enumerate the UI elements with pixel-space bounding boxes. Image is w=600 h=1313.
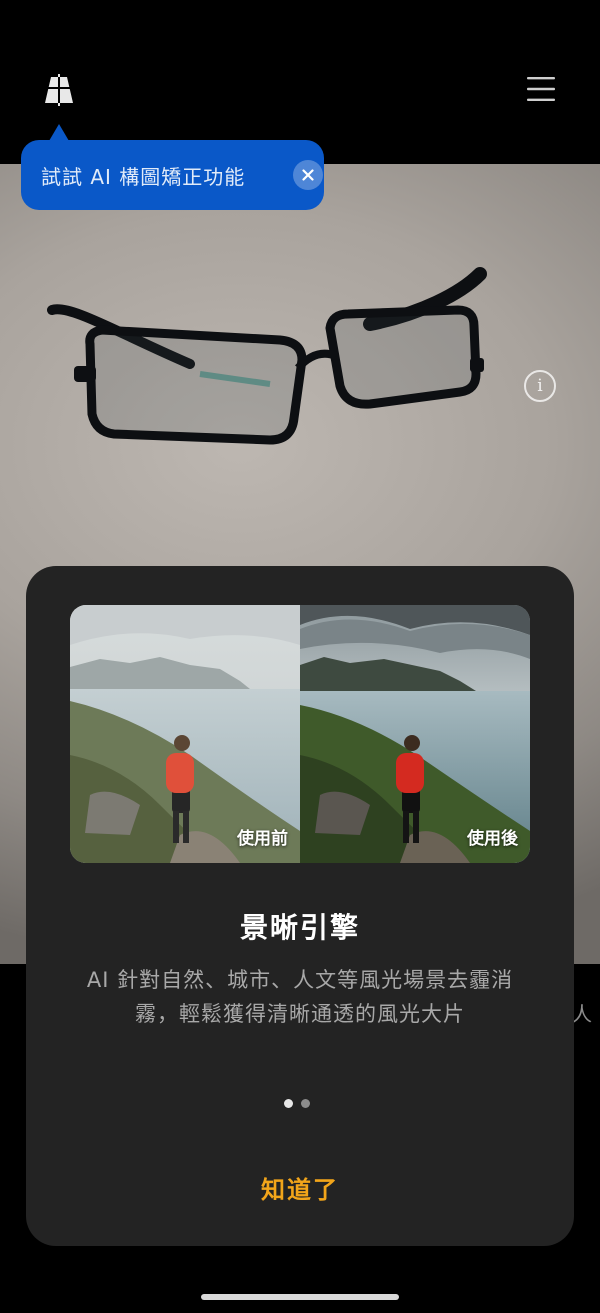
info-icon: i	[537, 375, 543, 396]
after-label: 使用後	[467, 829, 518, 849]
home-indicator[interactable]	[201, 1294, 399, 1300]
hamburger-menu-icon	[527, 77, 555, 101]
before-label: 使用前	[237, 829, 288, 849]
tooltip-text: 試試 AI 構圖矯正功能	[41, 164, 246, 189]
composition-grid-icon	[42, 74, 76, 106]
eyeglasses-subject	[47, 267, 487, 445]
before-after-comparison: 使用前 使用後	[70, 605, 530, 863]
menu-button[interactable]	[522, 70, 560, 108]
ai-composition-tooltip[interactable]: 試試 AI 構圖矯正功能	[21, 124, 324, 210]
feature-description: AI 針對自然、城市、人文等風光場景去霾消霧，輕鬆獲得清晰通透的風光大片	[86, 968, 514, 1026]
mode-label-partial: 人	[572, 1002, 592, 1026]
tooltip-close-button[interactable]	[293, 160, 323, 190]
after-image: 使用後	[300, 605, 530, 863]
close-icon	[302, 169, 314, 181]
info-button[interactable]: i	[524, 370, 556, 402]
page-dot-1[interactable]	[284, 1099, 293, 1108]
before-image: 使用前	[70, 605, 300, 863]
page-indicator	[284, 1099, 310, 1108]
feature-title: 景晰引擎	[239, 911, 360, 944]
feature-intro-sheet: 使用前 使用後 景晰引擎 AI 針對自然、城市、人文等風光場景去霾消霧，輕鬆獲得…	[26, 566, 574, 1246]
page-dot-2[interactable]	[301, 1099, 310, 1108]
composition-grid-button[interactable]	[38, 70, 80, 110]
got-it-button[interactable]: 知道了	[216, 1162, 384, 1212]
